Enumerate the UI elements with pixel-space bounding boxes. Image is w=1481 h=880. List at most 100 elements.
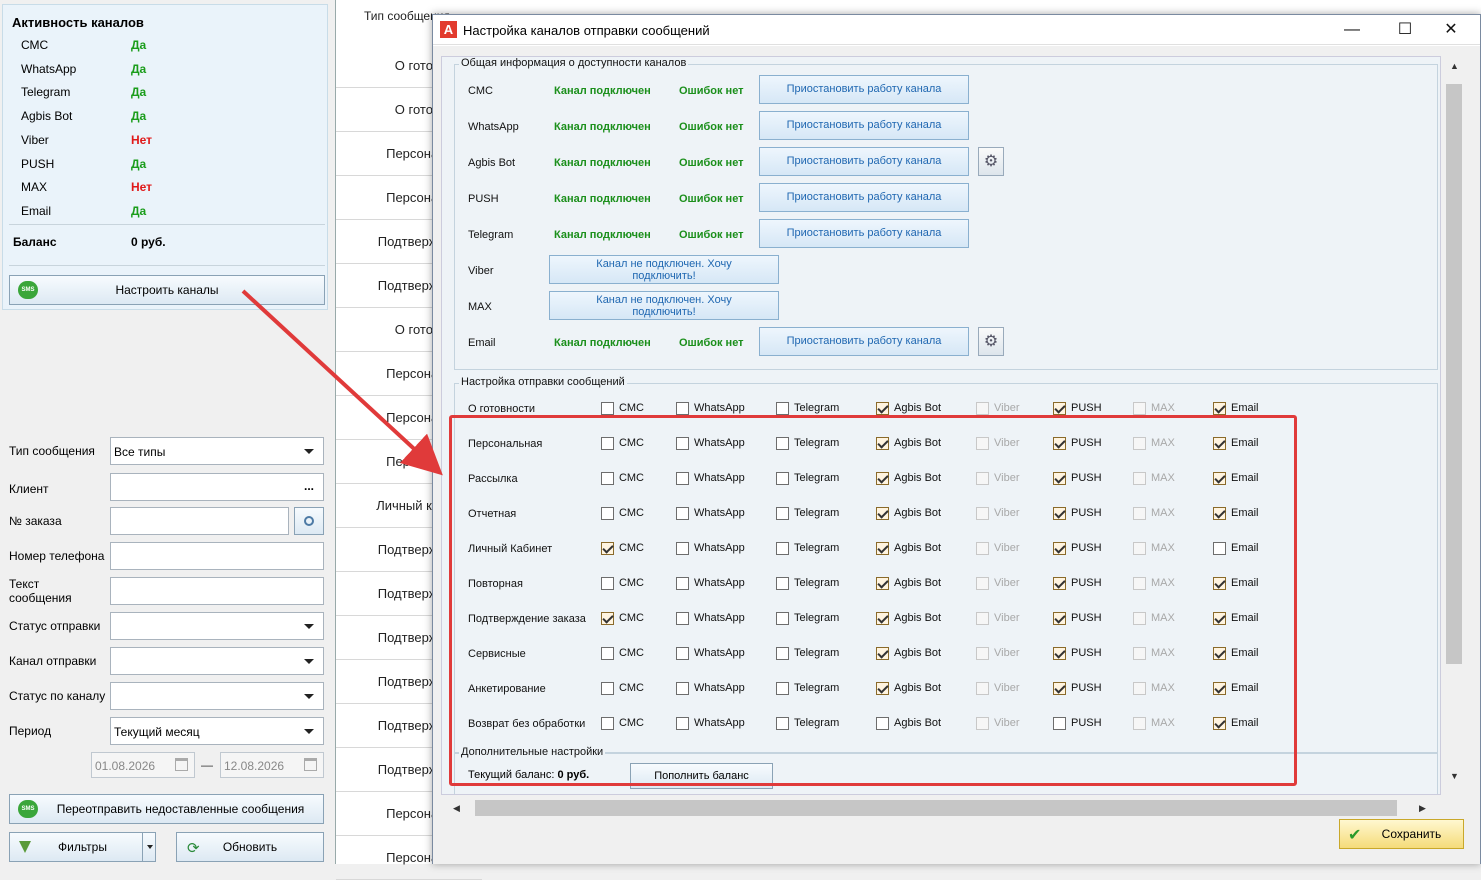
sending-title: Настройка отправки сообщений	[459, 376, 627, 388]
checkmark-icon: ✔	[1348, 827, 1362, 844]
horizontal-scrollbar[interactable]: ◀ ▶	[441, 797, 1441, 819]
channel-checkbox[interactable]	[676, 402, 689, 415]
connect-channel-button[interactable]: Канал не подключен. Хочу подключить!	[549, 255, 779, 284]
vertical-scroll-thumb[interactable]	[1446, 84, 1462, 664]
channel-name: Viber	[21, 132, 49, 147]
channel-errors-status: Ошибок нет	[679, 229, 744, 241]
channel-checkbox[interactable]	[1213, 402, 1226, 415]
channel-status-value: Да	[131, 85, 147, 100]
settings-scroll-area: Общая информация о доступности каналов С…	[441, 56, 1441, 795]
channel-checkbox-label: Agbis Bot	[894, 402, 942, 414]
channel-status-row: Agbis Bot Да	[21, 109, 321, 129]
maximize-button[interactable]: ☐	[1391, 18, 1419, 42]
chevron-down-icon	[304, 449, 314, 454]
channel-name: MAX	[21, 180, 48, 195]
channel-status-row: WhatsApp Да	[21, 62, 321, 82]
sms-icon: SMS	[18, 800, 38, 818]
search-icon	[304, 516, 314, 526]
configure-channels-button[interactable]: SMS Настроить каналы	[9, 275, 325, 305]
pause-channel-button[interactable]: Приостановить работу канала	[759, 111, 969, 140]
period-select[interactable]: Текущий месяц	[110, 717, 324, 745]
channel-status-row: Telegram Да	[21, 85, 321, 105]
availability-channel-name: СМС	[468, 85, 493, 97]
channel-checkbox-label: Viber	[994, 402, 1020, 414]
dialog-titlebar: A Настройка каналов отправки сообщений —…	[433, 15, 1480, 45]
chevron-down-icon	[304, 694, 314, 699]
resend-button[interactable]: SMS Переотправить недоставленные сообщен…	[9, 794, 324, 824]
pause-channel-button[interactable]: Приостановить работу канала	[759, 327, 969, 356]
order-search-button[interactable]	[294, 507, 324, 535]
send-status-select[interactable]	[110, 612, 324, 640]
scroll-right-icon[interactable]: ▶	[1419, 803, 1426, 814]
calendar-icon[interactable]	[304, 758, 317, 771]
phone-input[interactable]	[110, 542, 324, 570]
channel-settings-button[interactable]: ⚙	[978, 327, 1004, 356]
message-text-input[interactable]	[110, 577, 324, 605]
client-field[interactable]: ...	[110, 473, 324, 501]
date-from-input[interactable]: 01.08.2026	[91, 752, 195, 778]
connect-button-line2: подключить!	[632, 270, 696, 282]
minimize-button[interactable]: —	[1338, 18, 1366, 42]
channel-checkbox	[1133, 402, 1146, 415]
channel-checkbox-label: Email	[1231, 402, 1259, 414]
availability-channel-name: MAX	[468, 301, 492, 313]
text-label-line1: Текст	[9, 577, 40, 591]
availability-title: Общая информация о доступности каналов	[459, 57, 689, 69]
save-label: Сохранить	[1381, 827, 1442, 841]
pause-channel-button[interactable]: Приостановить работу канала	[759, 183, 969, 212]
close-button[interactable]: ✕	[1437, 18, 1465, 42]
message-type-select[interactable]: Все типы	[110, 437, 324, 465]
channel-status-value: Да	[131, 38, 147, 52]
vertical-scrollbar[interactable]: ▲ ▼	[1443, 56, 1465, 795]
channel-status-select[interactable]	[110, 682, 324, 710]
date-from-value: 01.08.2026	[95, 759, 156, 773]
connect-channel-button[interactable]: Канал не подключен. Хочу подключить!	[549, 291, 779, 320]
channel-settings-button[interactable]: ⚙	[978, 147, 1004, 176]
pause-channel-button[interactable]: Приостановить работу канала	[759, 219, 969, 248]
filters-button[interactable]: Фильтры	[9, 832, 156, 862]
channel-status-value: Да	[131, 61, 147, 76]
channel-checkbox[interactable]	[1053, 402, 1066, 415]
save-button[interactable]: ✔ Сохранить	[1339, 819, 1464, 849]
phone-label: Номер телефона	[9, 549, 105, 563]
channel-status-value: Да	[131, 109, 147, 124]
scroll-up-icon[interactable]: ▲	[1450, 61, 1459, 71]
channel-status-row: PUSH Да	[21, 157, 321, 177]
channel-checkbox[interactable]	[601, 402, 614, 415]
date-to-input[interactable]: 12.08.2026	[220, 752, 324, 778]
highlight-frame	[449, 415, 1297, 786]
order-label: № заказа	[9, 514, 62, 528]
dialog-body: Общая информация о доступности каналов С…	[433, 46, 1480, 864]
horizontal-scroll-thumb[interactable]	[475, 800, 1397, 816]
channel-connected-status: Канал подключен	[554, 121, 651, 133]
refresh-button[interactable]: ⟳ Обновить	[176, 832, 324, 862]
divider	[9, 265, 325, 266]
channel-status-row: Email Да	[21, 204, 321, 224]
text-label: Текст сообщения	[9, 577, 72, 605]
channel-errors-status: Ошибок нет	[679, 157, 744, 169]
channel-name: WhatsApp	[21, 61, 77, 76]
scroll-down-icon[interactable]: ▼	[1450, 771, 1459, 781]
channel-select[interactable]	[110, 647, 324, 675]
calendar-icon[interactable]	[175, 758, 188, 771]
connect-button-line1: Канал не подключен. Хочу	[596, 294, 732, 306]
pause-channel-button[interactable]: Приостановить работу канала	[759, 147, 969, 176]
channels-settings-dialog: A Настройка каналов отправки сообщений —…	[432, 14, 1481, 864]
channel-connected-status: Канал подключен	[554, 229, 651, 241]
order-input[interactable]	[110, 507, 289, 535]
channel-name: PUSH	[21, 156, 55, 171]
pause-channel-button[interactable]: Приостановить работу канала	[759, 75, 969, 104]
sms-icon: SMS	[18, 281, 38, 299]
ellipsis-icon[interactable]: ...	[304, 479, 314, 493]
scroll-left-icon[interactable]: ◀	[453, 803, 460, 814]
balance-value: 0 руб.	[131, 235, 166, 249]
channel-errors-status: Ошибок нет	[679, 85, 744, 97]
refresh-icon: ⟳	[187, 840, 200, 857]
funnel-icon	[19, 841, 31, 853]
channel-checkbox[interactable]	[876, 402, 889, 415]
resend-label: Переотправить недоставленные сообщения	[56, 802, 305, 816]
channel-checkbox[interactable]	[776, 402, 789, 415]
chevron-down-icon[interactable]	[147, 845, 153, 849]
channel-name: Agbis Bot	[21, 109, 73, 124]
split-divider	[142, 833, 143, 861]
